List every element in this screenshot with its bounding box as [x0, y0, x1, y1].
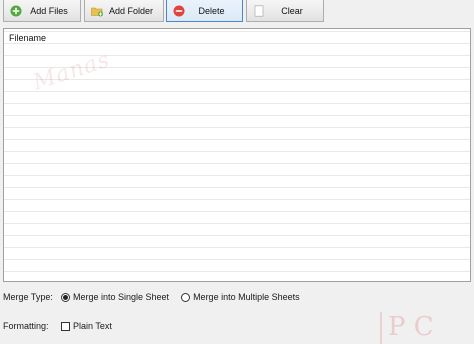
toolbar: Add Files Add Folder Delete Clear — [0, 0, 474, 24]
clear-button[interactable]: Clear — [246, 0, 324, 22]
filename-column-header[interactable]: Filename — [9, 33, 46, 43]
minus-circle-icon — [173, 5, 185, 17]
formatting-row: Formatting: Plain Text — [3, 321, 124, 331]
merge-type-label: Merge Type: — [3, 292, 53, 302]
blank-page-icon — [254, 5, 264, 17]
add-files-button[interactable]: Add Files — [3, 0, 81, 22]
merge-type-row: Merge Type: Merge into Single Sheet Merg… — [3, 292, 312, 302]
folder-plus-icon — [91, 7, 103, 17]
merge-multiple-sheets-label: Merge into Multiple Sheets — [193, 292, 300, 302]
checkbox-box[interactable] — [61, 321, 70, 331]
plus-circle-icon — [10, 5, 22, 17]
brand-logo: P C — [380, 312, 466, 344]
watermark-logo: Manas — [30, 47, 114, 96]
add-folder-button[interactable]: Add Folder — [84, 0, 164, 22]
clear-label: Clear — [281, 5, 303, 16]
plain-text-checkbox[interactable]: Plain Text — [61, 321, 112, 331]
radio-selected-indicator[interactable] — [61, 292, 70, 302]
add-folder-label: Add Folder — [108, 5, 154, 16]
merge-single-sheet-radio[interactable]: Merge into Single Sheet — [61, 292, 169, 302]
merge-multiple-sheets-radio[interactable]: Merge into Multiple Sheets — [181, 292, 300, 302]
radio-unselected-indicator[interactable] — [181, 292, 191, 302]
file-list[interactable]: Filename Manas — [3, 28, 471, 282]
merge-single-sheet-label: Merge into Single Sheet — [73, 292, 170, 302]
delete-button[interactable]: Delete — [166, 0, 243, 22]
add-files-label: Add Files — [30, 5, 68, 16]
delete-label: Delete — [198, 5, 225, 16]
plain-text-label: Plain Text — [73, 321, 112, 331]
formatting-label: Formatting: — [3, 321, 49, 331]
